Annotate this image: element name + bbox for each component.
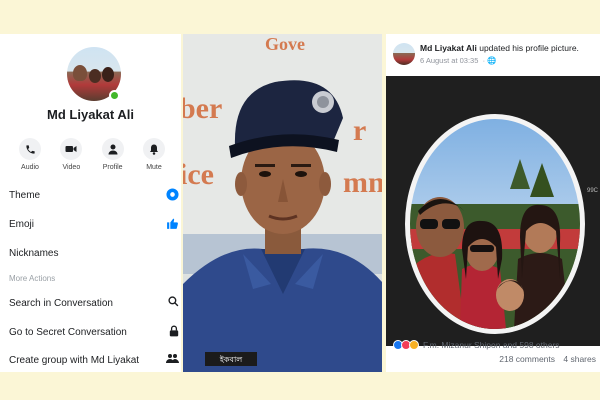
family-photo [405,114,585,334]
theme-label: Theme [9,190,41,201]
menu-item-nicknames[interactable]: Nicknames [9,248,181,259]
audio-label: Audio [21,164,39,171]
group-icon [166,353,179,367]
video-call-button[interactable]: Video [55,138,87,171]
post-meta: 6 August at 03:35 · 🌐 [420,56,497,65]
signboard-text-4: ice [183,158,214,191]
author-avatar[interactable] [393,43,415,65]
wow-reaction-icon [409,340,419,350]
signboard-text-3: r [353,114,366,147]
post-action-text: updated his profile picture. [479,43,579,53]
menu-item-emoji[interactable]: Emoji [9,217,181,233]
more-actions-heading: More Actions [9,274,56,283]
signboard-text-5: mm [343,166,382,199]
signboard-text-2: ber [183,92,222,125]
officer-photo: Gove ber r ice mm ইকবাল [183,34,382,372]
theme-color-icon [166,188,179,204]
mute-label: Mute [146,164,162,171]
reactions-summary[interactable]: F.m. Mizanur Shipon and 598 others [423,340,560,350]
person-icon [101,138,124,160]
profile-button[interactable]: Profile [97,138,129,171]
post-header: Md Liyakat Ali updated his profile pictu… [420,43,579,53]
profile-label: Profile [102,164,123,171]
profile-name: Md Liyakat Ali [47,107,134,122]
search-conversation-label: Search in Conversation [9,298,113,309]
thumbs-up-icon [166,217,179,233]
family-photo-illustration [410,159,580,329]
image-corner-label: 99C [586,188,598,194]
signboard-text-1: Gove [265,34,305,54]
profile-picture-image[interactable]: 99C [386,76,600,346]
mute-button[interactable]: Mute [138,138,170,171]
secret-conversation-label: Go to Secret Conversation [9,327,127,338]
quick-actions-row: Audio Video Profile Mute [14,138,170,171]
name-badge-text: ইকবাল [219,355,244,364]
globe-icon: · 🌐 [480,56,497,65]
conversation-settings-panel: Md Liyakat Ali Audio Video Profile Mute [0,34,181,372]
reactions-row[interactable]: F.m. Mizanur Shipon and 598 others [393,340,560,350]
video-camera-icon [60,138,83,160]
menu-item-secret-conversation[interactable]: Go to Secret Conversation [9,325,181,340]
video-label: Video [62,164,81,171]
create-group-label: Create group with Md Liyakat [9,355,140,366]
shares-count[interactable]: 4 shares [563,354,596,364]
post-date[interactable]: 6 August at 03:35 [420,56,478,65]
menu-item-theme[interactable]: Theme [9,188,181,204]
officer-portrait-illustration: Gove ber r ice mm ইকবাল [183,34,382,372]
lock-icon [169,325,179,340]
bell-icon [142,138,165,160]
online-status-dot [109,90,120,101]
menu-item-search-conversation[interactable]: Search in Conversation [9,296,181,310]
facebook-post: Md Liyakat Ali updated his profile pictu… [386,34,600,372]
phone-icon [19,138,41,160]
nicknames-label: Nicknames [9,248,59,259]
search-icon [168,296,179,310]
audio-call-button[interactable]: Audio [14,138,46,171]
author-name-link[interactable]: Md Liyakat Ali [420,43,477,53]
menu-item-create-group[interactable]: Create group with Md Liyakat [9,353,181,367]
engagement-counts: 218 comments 4 shares [493,354,596,364]
emoji-label: Emoji [9,219,35,230]
comments-count[interactable]: 218 comments [499,354,555,364]
